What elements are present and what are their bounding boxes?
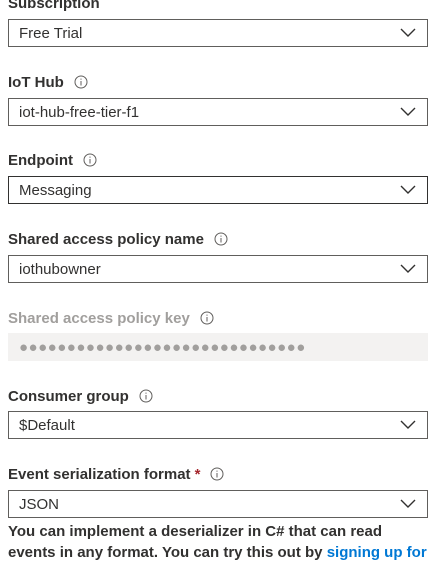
endpoint-label: Endpoint — [8, 151, 73, 169]
consumer-group-label: Consumer group — [8, 387, 129, 405]
chevron-down-icon — [400, 499, 416, 509]
chevron-down-icon — [400, 420, 416, 430]
required-marker: * — [194, 465, 201, 483]
policy-key-value: ●●●●●●●●●●●●●●●●●●●●●●●●●●●●●● — [19, 338, 306, 356]
serialization-dropdown[interactable]: JSON — [8, 490, 428, 518]
chevron-down-icon — [400, 28, 416, 38]
iot-hub-label: IoT Hub — [8, 73, 64, 91]
info-icon[interactable] — [83, 153, 97, 167]
iot-hub-label-row: IoT Hub — [8, 72, 88, 92]
info-icon[interactable] — [74, 75, 88, 89]
iot-hub-dropdown[interactable]: iot-hub-free-tier-f1 — [8, 98, 428, 126]
consumer-group-value: $Default — [19, 416, 75, 434]
endpoint-label-row: Endpoint — [8, 150, 97, 170]
chevron-down-icon — [400, 185, 416, 195]
policy-name-dropdown[interactable]: iothubowner — [8, 255, 428, 283]
iot-hub-value: iot-hub-free-tier-f1 — [19, 103, 140, 121]
serialization-label: Event serialization format — [8, 465, 191, 483]
subscription-value: Free Trial — [19, 24, 83, 42]
consumer-group-label-row: Consumer group — [8, 386, 153, 406]
policy-name-label: Shared access policy name — [8, 230, 204, 248]
info-icon[interactable] — [200, 311, 214, 325]
policy-key-field: ●●●●●●●●●●●●●●●●●●●●●●●●●●●●●● — [8, 333, 428, 361]
signup-link[interactable]: signing up for — [327, 544, 427, 561]
policy-name-label-row: Shared access policy name — [8, 229, 228, 249]
serialization-description: You can implement a deserializer in C# t… — [8, 521, 433, 563]
info-icon[interactable] — [214, 232, 228, 246]
policy-name-value: iothubowner — [19, 260, 101, 278]
info-icon[interactable] — [139, 389, 153, 403]
subscription-dropdown[interactable]: Free Trial — [8, 19, 428, 47]
policy-key-label-row: Shared access policy key — [8, 308, 214, 328]
policy-key-label: Shared access policy key — [8, 309, 190, 327]
chevron-down-icon — [400, 264, 416, 274]
endpoint-dropdown[interactable]: Messaging — [8, 176, 428, 204]
serialization-label-row: Event serialization format * — [8, 464, 224, 484]
chevron-down-icon — [400, 107, 416, 117]
subscription-label: Subscription — [8, 0, 100, 12]
serialization-value: JSON — [19, 495, 60, 513]
info-icon[interactable] — [210, 467, 224, 481]
subscription-label-row: Subscription — [8, 0, 100, 13]
consumer-group-dropdown[interactable]: $Default — [8, 411, 428, 439]
endpoint-value: Messaging — [19, 181, 92, 199]
